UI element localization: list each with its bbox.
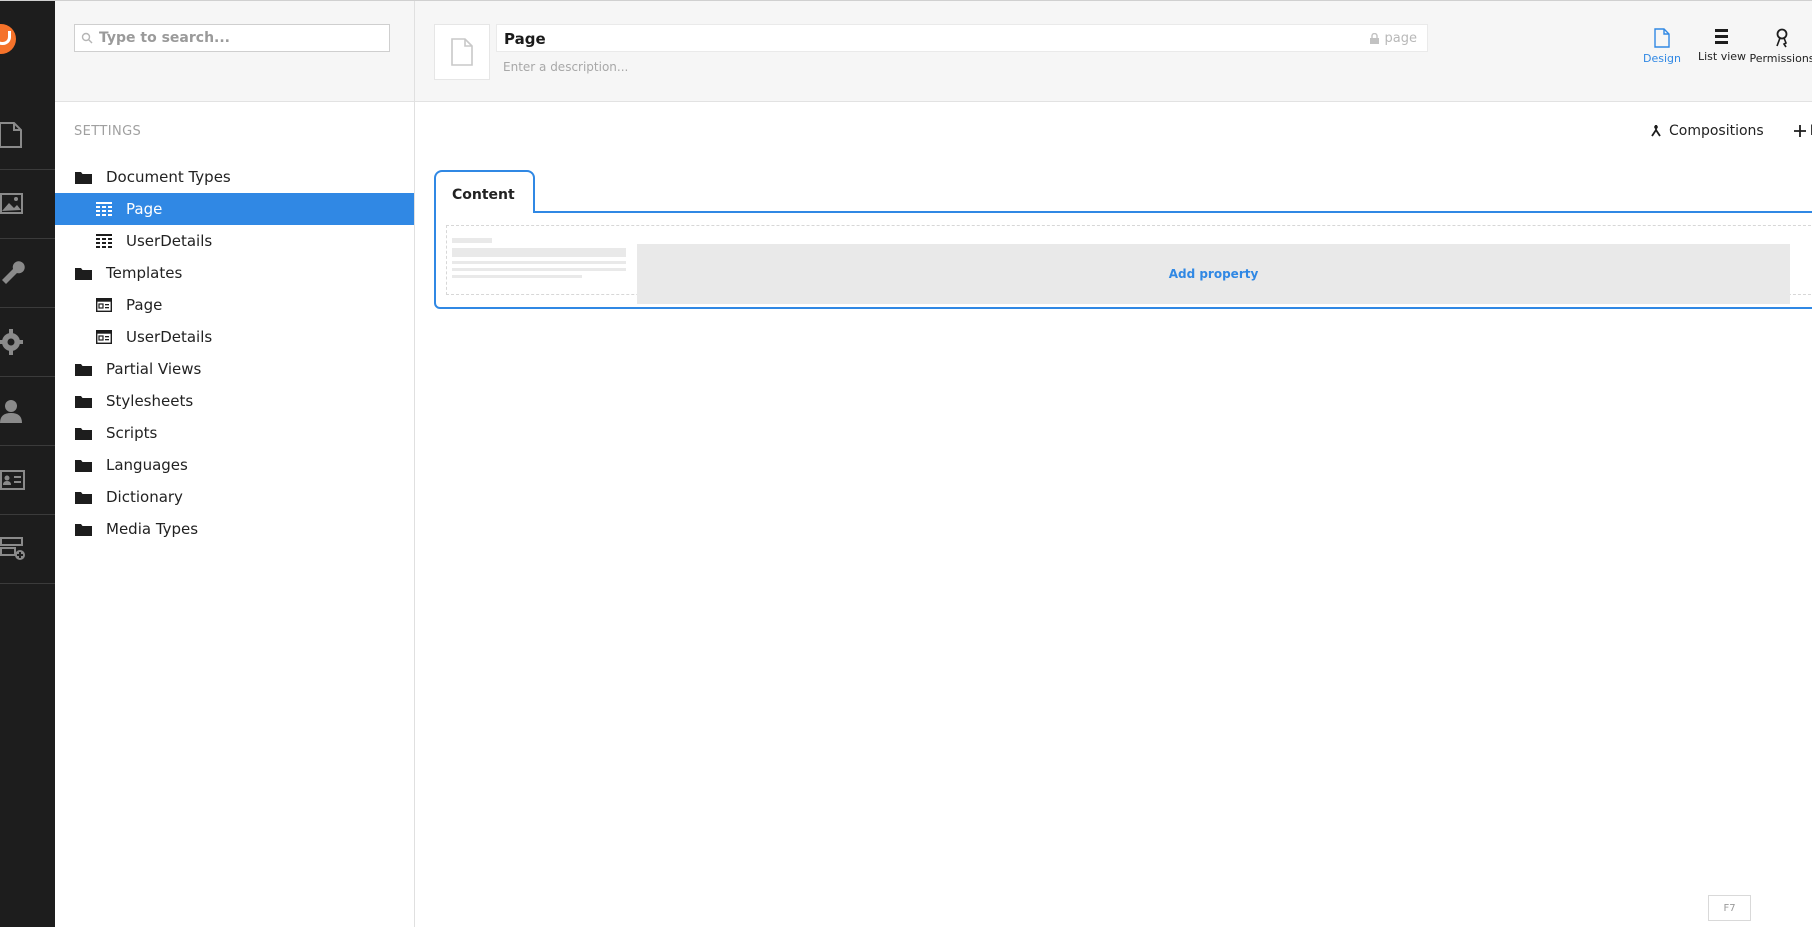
section-members[interactable] xyxy=(0,446,55,515)
doctype-icon-picker[interactable] xyxy=(434,24,490,80)
folder-icon xyxy=(75,362,92,376)
section-users[interactable] xyxy=(0,377,55,446)
user-icon xyxy=(0,400,22,423)
add-property-button[interactable]: Add property xyxy=(637,244,1790,304)
tree-item-template-userdetails[interactable]: UserDetails xyxy=(55,321,414,353)
doctype-icon xyxy=(95,234,112,248)
lock-icon xyxy=(1369,33,1379,44)
view-design-button[interactable]: Design xyxy=(1632,28,1692,65)
group-content: Add property xyxy=(434,211,1812,309)
folder-icon xyxy=(75,490,92,504)
tree-panel: SETTINGS Document Types Page UserDetails… xyxy=(55,0,415,927)
tree-item-doctype-userdetails[interactable]: UserDetails xyxy=(55,225,414,257)
name-value: Page xyxy=(504,30,546,48)
property-placeholder: Add property xyxy=(446,225,1812,304)
skeleton-line xyxy=(452,275,582,278)
tree-item-label: Page xyxy=(126,200,163,218)
section-title: SETTINGS xyxy=(74,124,142,139)
folder-icon xyxy=(75,458,92,472)
umbraco-logo[interactable] xyxy=(0,24,16,54)
tree-item-doctype-page[interactable]: Page xyxy=(55,193,414,225)
skeleton-line xyxy=(452,238,492,243)
view-label: List view xyxy=(1697,50,1747,63)
form-add-icon xyxy=(0,537,25,560)
folder-icon xyxy=(75,266,92,280)
section-forms[interactable] xyxy=(0,515,55,584)
tree-item-label: Document Types xyxy=(106,168,231,186)
reorder-button[interactable]: R xyxy=(1793,123,1812,139)
skeleton-line xyxy=(452,261,626,264)
compositions-label: Compositions xyxy=(1669,123,1764,139)
tab-content[interactable]: Content xyxy=(434,170,535,213)
skeleton-line xyxy=(452,248,626,257)
section-content[interactable] xyxy=(0,101,55,170)
compositions-button[interactable]: Compositions xyxy=(1651,123,1764,139)
list-icon xyxy=(1715,29,1728,44)
tree-item-stylesheets[interactable]: Stylesheets xyxy=(55,385,414,417)
section-media[interactable] xyxy=(0,170,55,239)
tree-item-scripts[interactable]: Scripts xyxy=(55,417,414,449)
name-input[interactable]: Page page xyxy=(496,24,1428,52)
key-icon xyxy=(1776,28,1788,48)
description-field[interactable]: Enter a description... xyxy=(503,60,628,74)
template-icon xyxy=(95,298,112,312)
template-icon xyxy=(95,330,112,344)
tree-search-area xyxy=(55,0,414,102)
shortcut-hint: F7 xyxy=(1708,895,1751,921)
tree-item-label: Languages xyxy=(106,456,188,474)
tab-label: Content xyxy=(452,187,515,203)
tree-item-label: Stylesheets xyxy=(106,392,194,410)
search-icon xyxy=(81,32,93,44)
tree-item-label: Scripts xyxy=(106,424,158,442)
section-settings[interactable] xyxy=(0,239,55,308)
folder-icon xyxy=(75,170,92,184)
tree-item-dictionary[interactable]: Dictionary xyxy=(55,481,414,513)
id-card-icon xyxy=(0,470,25,490)
search-box[interactable] xyxy=(74,24,390,52)
document-icon xyxy=(1654,28,1670,48)
search-input[interactable] xyxy=(97,29,381,47)
tree-item-label: Partial Views xyxy=(106,360,202,378)
app-sidebar xyxy=(0,0,55,927)
top-border xyxy=(0,0,1812,1)
tree-item-languages[interactable]: Languages xyxy=(55,449,414,481)
settings-tree: Document Types Page UserDetails Template… xyxy=(55,161,414,545)
doctype-icon xyxy=(95,202,112,216)
tree-item-template-page[interactable]: Page xyxy=(55,289,414,321)
editor-views: Design List view Permissions xyxy=(1632,28,1812,65)
tree-item-media-types[interactable]: Media Types xyxy=(55,513,414,545)
alias-value: page xyxy=(1384,31,1417,46)
section-packages[interactable] xyxy=(0,308,55,377)
merge-icon xyxy=(1651,125,1661,137)
document-icon xyxy=(451,38,473,66)
groups-toolbar: Compositions R xyxy=(1651,123,1812,139)
folder-icon xyxy=(75,394,92,408)
move-icon xyxy=(1793,125,1806,137)
tree-item-label: UserDetails xyxy=(126,328,213,346)
tree-item-label: Dictionary xyxy=(106,488,183,506)
folder-icon xyxy=(75,426,92,440)
tree-item-label: Page xyxy=(126,296,163,314)
tree-item-label: Templates xyxy=(106,264,183,282)
tree-item-document-types[interactable]: Document Types xyxy=(55,161,414,193)
view-permissions-button[interactable]: Permissions xyxy=(1749,28,1812,65)
gear-icon xyxy=(0,329,23,355)
media-icon xyxy=(0,193,23,214)
view-label: Design xyxy=(1643,52,1681,65)
wrench-icon xyxy=(2,261,25,284)
tree-item-templates[interactable]: Templates xyxy=(55,257,414,289)
folder-icon xyxy=(75,522,92,536)
tree-item-label: UserDetails xyxy=(126,232,213,250)
skeleton-line xyxy=(452,268,626,271)
alias-field[interactable]: page xyxy=(1369,31,1417,46)
tree-item-label: Media Types xyxy=(106,520,199,538)
content-icon xyxy=(0,122,22,148)
view-label: Permissions xyxy=(1749,52,1812,65)
tree-item-partial-views[interactable]: Partial Views xyxy=(55,353,414,385)
editor-header: Page page Enter a description... Design … xyxy=(415,0,1812,102)
view-listview-button[interactable]: List view xyxy=(1692,28,1752,65)
